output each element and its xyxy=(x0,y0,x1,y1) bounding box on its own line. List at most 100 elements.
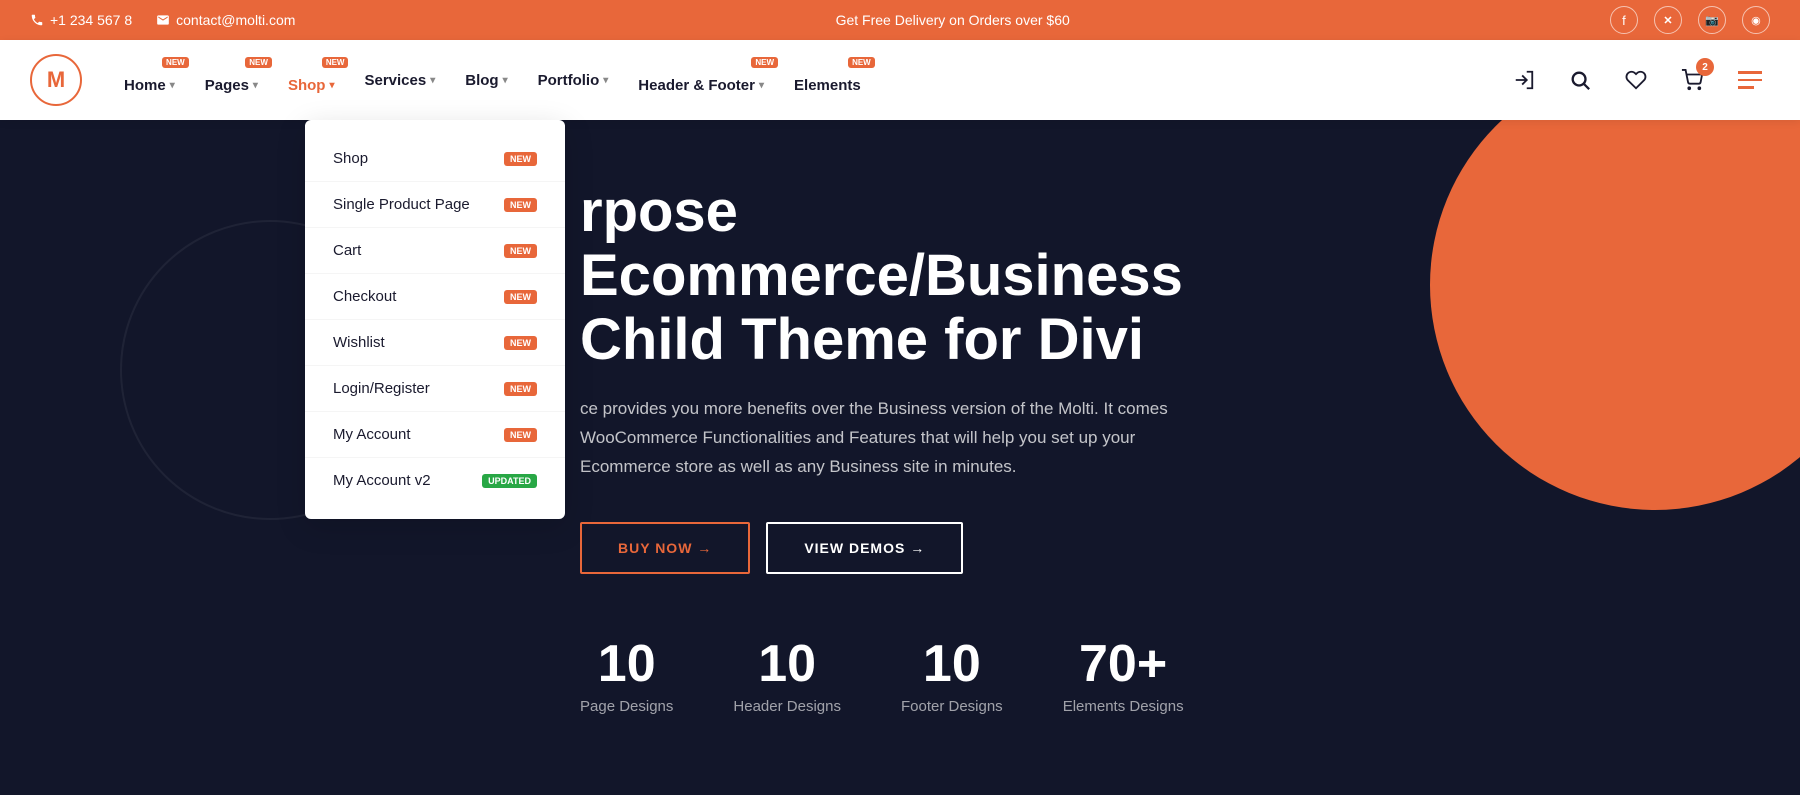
hero-title-line2: Child Theme for Divi xyxy=(580,307,1144,372)
dropdown-item-shop[interactable]: Shop NEW xyxy=(305,136,565,182)
chevron-portfolio: ▾ xyxy=(603,75,608,86)
dropdown-item-my-account[interactable]: My Account NEW xyxy=(305,412,565,458)
nav-label-blog: Blog xyxy=(465,72,498,89)
nav-item-header-footer[interactable]: Header & Footer NEW ▾ xyxy=(626,59,776,102)
dropdown-label-login-register: Login/Register xyxy=(333,380,430,397)
view-demos-button[interactable]: VIEW DEMOS → xyxy=(766,522,963,574)
top-bar: +1 234 567 8 contact@molti.com Get Free … xyxy=(0,0,1800,40)
hamburger-line-2 xyxy=(1738,79,1762,82)
hero-title-line1: rpose Ecommerce/Business xyxy=(580,179,1183,308)
dropdown-badge-cart: NEW xyxy=(504,244,537,258)
main-nav: Home NEW ▾ Pages NEW ▾ Shop NEW ▾ Servic… xyxy=(112,59,1506,102)
dropdown-label-wishlist: Wishlist xyxy=(333,334,385,351)
hamburger-line-3 xyxy=(1738,86,1754,89)
cart-button[interactable]: 2 xyxy=(1674,62,1710,98)
nav-label-elements: Elements xyxy=(794,77,861,94)
hero-description: ce provides you more benefits over the B… xyxy=(580,395,1200,482)
hamburger-menu[interactable] xyxy=(1730,63,1770,97)
dropdown-badge-wishlist: NEW xyxy=(504,336,537,350)
nav-badge-shop: NEW xyxy=(322,57,349,68)
stat-page-designs-label: Page Designs xyxy=(580,698,673,715)
header-actions: 2 xyxy=(1506,62,1770,98)
phone: +1 234 567 8 xyxy=(30,12,132,28)
stat-footer-designs-label: Footer Designs xyxy=(901,698,1003,715)
nav-label-home: Home xyxy=(124,77,166,94)
facebook-icon[interactable]: f xyxy=(1610,6,1638,34)
stat-page-designs-number: 10 xyxy=(580,634,673,694)
buy-now-button[interactable]: BUY NOW → xyxy=(580,522,750,574)
dropdown-badge-login-register: NEW xyxy=(504,382,537,396)
hamburger-line-1 xyxy=(1738,71,1762,74)
dropdown-item-checkout[interactable]: Checkout NEW xyxy=(305,274,565,320)
dropdown-badge-checkout: NEW xyxy=(504,290,537,304)
top-bar-left: +1 234 567 8 contact@molti.com xyxy=(30,12,295,28)
nav-item-shop[interactable]: Shop NEW ▾ xyxy=(276,59,347,102)
dropdown-label-checkout: Checkout xyxy=(333,288,396,305)
promo-text: Get Free Delivery on Orders over $60 xyxy=(836,12,1070,28)
nav-badge-pages: NEW xyxy=(245,57,272,68)
dropdown-label-my-account-v2: My Account v2 xyxy=(333,472,431,489)
dropdown-item-login-register[interactable]: Login/Register NEW xyxy=(305,366,565,412)
login-button[interactable] xyxy=(1506,62,1542,98)
dropdown-label-cart: Cart xyxy=(333,242,361,259)
dropdown-label-shop: Shop xyxy=(333,150,368,167)
twitter-icon[interactable]: ✕ xyxy=(1654,6,1682,34)
wishlist-button[interactable] xyxy=(1618,62,1654,98)
chevron-shop: ▾ xyxy=(329,80,334,91)
shop-dropdown: Shop NEW Single Product Page NEW Cart NE… xyxy=(305,120,565,519)
dropdown-badge-shop: NEW xyxy=(504,152,537,166)
hero-section: rpose Ecommerce/Business Child Theme for… xyxy=(0,120,1800,795)
logo[interactable]: M xyxy=(30,54,82,106)
cart-count: 2 xyxy=(1696,58,1714,76)
nav-item-elements[interactable]: Elements NEW xyxy=(782,59,873,102)
dropdown-badge-single-product: NEW xyxy=(504,198,537,212)
nav-item-portfolio[interactable]: Portfolio ▾ xyxy=(526,64,621,97)
nav-label-pages: Pages xyxy=(205,77,249,94)
stat-page-designs: 10 Page Designs xyxy=(580,634,673,715)
hero-circle-decoration xyxy=(1430,120,1800,510)
nav-label-services: Services xyxy=(364,72,426,89)
stat-header-designs-label: Header Designs xyxy=(733,698,841,715)
instagram-icon[interactable]: 📷 xyxy=(1698,6,1726,34)
hero-title: rpose Ecommerce/Business Child Theme for… xyxy=(580,180,1330,371)
header: M Home NEW ▾ Pages NEW ▾ Shop NEW ▾ Serv… xyxy=(0,40,1800,120)
stat-footer-designs: 10 Footer Designs xyxy=(901,634,1003,715)
stat-header-designs: 10 Header Designs xyxy=(733,634,841,715)
logo-letter: M xyxy=(47,67,65,93)
dropdown-item-single-product[interactable]: Single Product Page NEW xyxy=(305,182,565,228)
dropdown-item-wishlist[interactable]: Wishlist NEW xyxy=(305,320,565,366)
nav-item-home[interactable]: Home NEW ▾ xyxy=(112,59,187,102)
stat-elements-designs: 70+ Elements Designs xyxy=(1063,634,1184,715)
dribbble-icon[interactable]: ◉ xyxy=(1742,6,1770,34)
stat-elements-designs-number: 70+ xyxy=(1063,634,1184,694)
nav-badge-elements: NEW xyxy=(848,57,875,68)
dropdown-badge-my-account-v2: UPDATED xyxy=(482,474,537,488)
hero-content: rpose Ecommerce/Business Child Theme for… xyxy=(580,180,1330,715)
chevron-services: ▾ xyxy=(430,75,435,86)
dropdown-item-my-account-v2[interactable]: My Account v2 UPDATED xyxy=(305,458,565,503)
nav-badge-home: NEW xyxy=(162,57,189,68)
stat-footer-designs-number: 10 xyxy=(901,634,1003,694)
dropdown-label-my-account: My Account xyxy=(333,426,411,443)
hero-stats: 10 Page Designs 10 Header Designs 10 Foo… xyxy=(580,634,1330,715)
nav-badge-header-footer: NEW xyxy=(751,57,778,68)
nav-label-header-footer: Header & Footer xyxy=(638,77,755,94)
social-icons: f ✕ 📷 ◉ xyxy=(1610,6,1770,34)
chevron-header-footer: ▾ xyxy=(759,80,764,91)
nav-item-blog[interactable]: Blog ▾ xyxy=(453,64,519,97)
stat-elements-designs-label: Elements Designs xyxy=(1063,698,1184,715)
dropdown-badge-my-account: NEW xyxy=(504,428,537,442)
search-button[interactable] xyxy=(1562,62,1598,98)
nav-label-shop: Shop xyxy=(288,77,326,94)
nav-item-pages[interactable]: Pages NEW ▾ xyxy=(193,59,270,102)
dropdown-label-single-product: Single Product Page xyxy=(333,196,470,213)
chevron-pages: ▾ xyxy=(253,80,258,91)
chevron-home: ▾ xyxy=(170,80,175,91)
chevron-blog: ▾ xyxy=(503,75,508,86)
hero-buttons: BUY NOW → VIEW DEMOS → xyxy=(580,522,1330,574)
dropdown-item-cart[interactable]: Cart NEW xyxy=(305,228,565,274)
stat-header-designs-number: 10 xyxy=(733,634,841,694)
email: contact@molti.com xyxy=(156,12,295,28)
nav-item-services[interactable]: Services ▾ xyxy=(352,64,447,97)
nav-label-portfolio: Portfolio xyxy=(538,72,600,89)
